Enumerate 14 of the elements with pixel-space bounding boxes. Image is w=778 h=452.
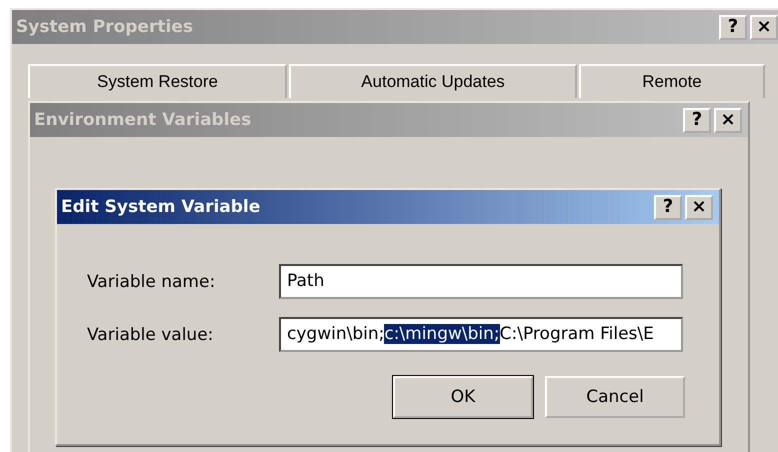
close-button[interactable]: × [685, 194, 713, 220]
field-label: Variable value: [87, 324, 214, 344]
window-title: Environment Variables [34, 110, 252, 130]
field-label: Variable name: [87, 272, 216, 292]
ok-button[interactable]: OK [393, 376, 533, 418]
tab[interactable]: System Restore [28, 64, 287, 98]
window-title: System Properties [16, 17, 193, 37]
input-field[interactable]: cygwin\bin;c:\mingw\bin;C:\Program Files\E [279, 317, 683, 352]
tab[interactable]: Automatic Updates [289, 64, 577, 98]
help-button[interactable]: ? [654, 194, 682, 220]
input-field[interactable]: Path [279, 264, 683, 299]
cancel-button[interactable]: Cancel [545, 376, 685, 418]
window-title: Edit System Variable [61, 197, 260, 217]
tab[interactable]: Remote [579, 64, 765, 98]
